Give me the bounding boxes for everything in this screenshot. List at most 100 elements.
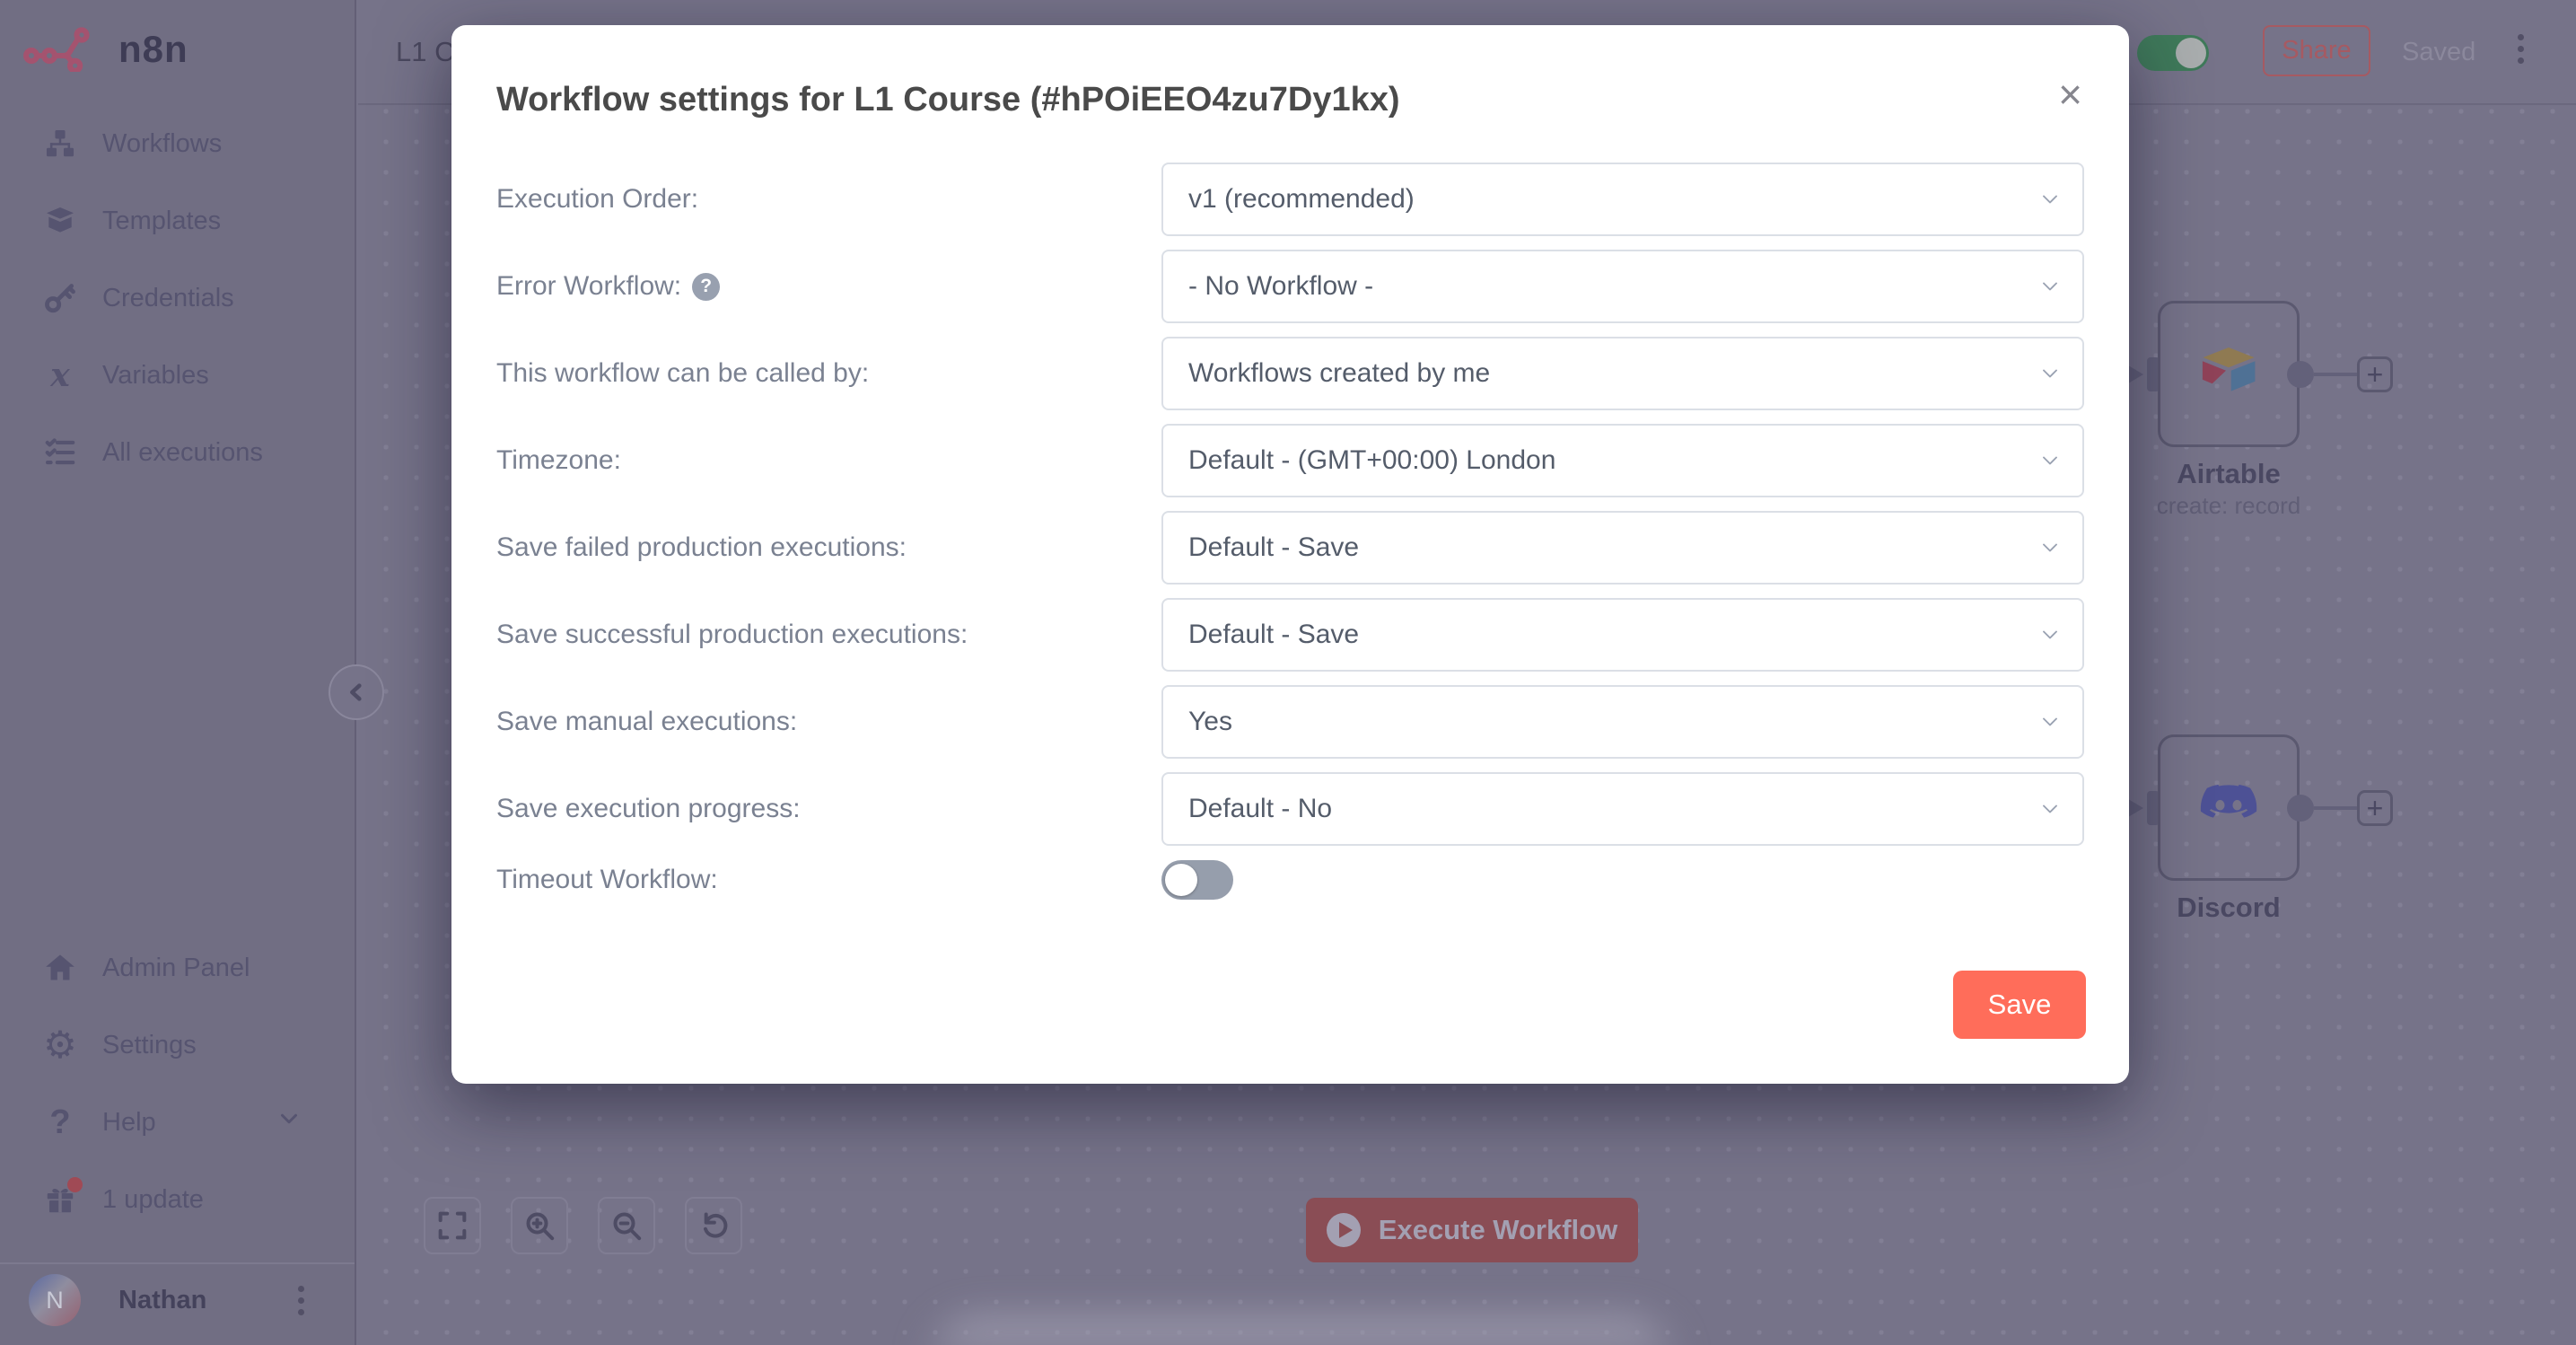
error-workflow-select[interactable]: - No Workflow - [1161, 250, 2084, 323]
timeout-workflow-toggle[interactable] [1161, 860, 1233, 900]
share-button[interactable]: Share [2263, 25, 2370, 76]
chevron-down-icon [2037, 361, 2063, 386]
zoom-in-button[interactable] [511, 1197, 568, 1254]
save-manual-select[interactable]: Yes [1161, 685, 2084, 759]
fit-view-button[interactable] [424, 1197, 481, 1254]
execute-workflow-label: Execute Workflow [1379, 1214, 1617, 1246]
avatar: N [29, 1274, 81, 1326]
play-icon [1327, 1213, 1361, 1247]
help-icon[interactable]: ? [692, 273, 720, 301]
reset-zoom-button[interactable] [685, 1197, 742, 1254]
select-value: - No Workflow - [1188, 271, 1373, 302]
node-label: Airtable [2094, 458, 2363, 490]
node-subtitle: create: record [2094, 492, 2363, 520]
gear-icon: ⚙ [41, 1026, 79, 1064]
user-name: Nathan [118, 1286, 206, 1315]
sidebar-collapse-button[interactable] [329, 664, 384, 720]
toggle-knob [2176, 38, 2206, 68]
update-badge-dot [67, 1177, 83, 1192]
field-label: Execution Order: [496, 182, 1143, 216]
chevron-down-icon [2037, 709, 2063, 734]
n8n-logo[interactable]: n8n [23, 27, 188, 72]
close-icon[interactable]: × [2058, 74, 2082, 115]
select-value: Default - Save [1188, 532, 1359, 563]
save-success-select[interactable]: Default - Save [1161, 598, 2084, 672]
sidebar-item-credentials[interactable]: Credentials [0, 270, 355, 326]
airtable-output-port[interactable] [2287, 361, 2314, 388]
sidebar-item-label: Workflows [102, 129, 222, 159]
discord-output-port[interactable] [2287, 795, 2314, 822]
sidebar-item-label: 1 update [102, 1185, 204, 1215]
sidebar-item-all-executions[interactable]: All executions [0, 425, 355, 480]
field-label: Save failed production executions: [496, 531, 1143, 565]
key-icon [41, 279, 79, 317]
sidebar-item-label: Credentials [102, 284, 234, 313]
chevron-down-icon [2037, 187, 2063, 212]
question-icon: ? [41, 1103, 79, 1141]
field-label: Save successful production executions: [496, 618, 1143, 652]
execute-workflow-button[interactable]: Execute Workflow [1306, 1198, 1638, 1262]
toggle-knob [1165, 864, 1197, 896]
n8n-logo-icon [23, 27, 106, 72]
sidebar-item-label: Templates [102, 207, 221, 236]
zoom-out-button[interactable] [598, 1197, 655, 1254]
add-node-button[interactable]: + [2357, 790, 2393, 826]
field-label: Error Workflow: ? [496, 269, 1143, 303]
field-label: Timeout Workflow: [496, 863, 1143, 897]
select-value: Default - No [1188, 794, 1332, 824]
select-value: Default - (GMT+00:00) London [1188, 445, 1555, 476]
chevron-down-icon [2037, 796, 2063, 822]
chevron-down-icon [2037, 274, 2063, 299]
select-value: Yes [1188, 707, 1232, 737]
chevron-down-icon [276, 1105, 302, 1139]
timezone-select[interactable]: Default - (GMT+00:00) London [1161, 424, 2084, 497]
user-row[interactable]: N Nathan [0, 1271, 355, 1329]
sidebar-item-label: Variables [102, 361, 209, 391]
save-failed-select[interactable]: Default - Save [1161, 511, 2084, 585]
modal-title: Workflow settings for L1 Course (#hPOiEE… [496, 81, 1400, 119]
sidebar-item-label: Settings [102, 1031, 197, 1060]
chevron-down-icon [2037, 622, 2063, 647]
airtable-icon [2196, 339, 2261, 404]
home-icon [41, 949, 79, 987]
sidebar-divider [0, 1262, 355, 1264]
sidebar-item-help[interactable]: ? Help [0, 1094, 355, 1150]
sidebar-item-updates[interactable]: 1 update [0, 1172, 355, 1227]
gift-icon [41, 1181, 79, 1218]
sidebar-item-label: Admin Panel [102, 954, 250, 983]
sidebar-item-label: Help [102, 1108, 156, 1138]
sidebar: n8n Workflows Templates C [0, 0, 356, 1345]
node-label: Discord [2094, 892, 2363, 924]
execution-order-select[interactable]: v1 (recommended) [1161, 163, 2084, 236]
workflow-active-toggle[interactable] [2137, 35, 2209, 71]
select-value: v1 (recommended) [1188, 184, 1415, 215]
workflow-menu-kebab-icon[interactable] [2518, 34, 2524, 64]
field-label: This workflow can be called by: [496, 356, 1143, 391]
save-button[interactable]: Save [1953, 971, 2086, 1039]
select-value: Default - Save [1188, 620, 1359, 650]
brand-name: n8n [118, 28, 188, 71]
connection-line [2314, 806, 2357, 810]
sidebar-item-workflows[interactable]: Workflows [0, 116, 355, 171]
discord-icon [2195, 772, 2263, 840]
variable-x-icon: x [41, 356, 79, 394]
sidebar-item-label: All executions [102, 438, 263, 468]
sidebar-item-settings[interactable]: ⚙ Settings [0, 1017, 355, 1073]
user-menu-kebab-icon[interactable] [298, 1286, 304, 1315]
sitemap-icon [41, 125, 79, 163]
chevron-down-icon [2037, 535, 2063, 560]
save-progress-select[interactable]: Default - No [1161, 772, 2084, 846]
chevron-down-icon [2037, 448, 2063, 473]
connection-line [2314, 373, 2357, 376]
add-node-button[interactable]: + [2357, 356, 2393, 392]
offscreen-popup-glow [929, 1316, 1674, 1345]
field-label: Timezone: [496, 444, 1143, 478]
field-label: Save manual executions: [496, 705, 1143, 739]
called-by-select[interactable]: Workflows created by me [1161, 337, 2084, 410]
sidebar-item-variables[interactable]: x Variables [0, 347, 355, 403]
saved-status: Saved [2402, 38, 2475, 67]
workflow-settings-modal: Workflow settings for L1 Course (#hPOiEE… [451, 25, 2129, 1084]
field-label: Save execution progress: [496, 792, 1143, 826]
sidebar-item-templates[interactable]: Templates [0, 193, 355, 249]
sidebar-item-admin-panel[interactable]: Admin Panel [0, 940, 355, 996]
